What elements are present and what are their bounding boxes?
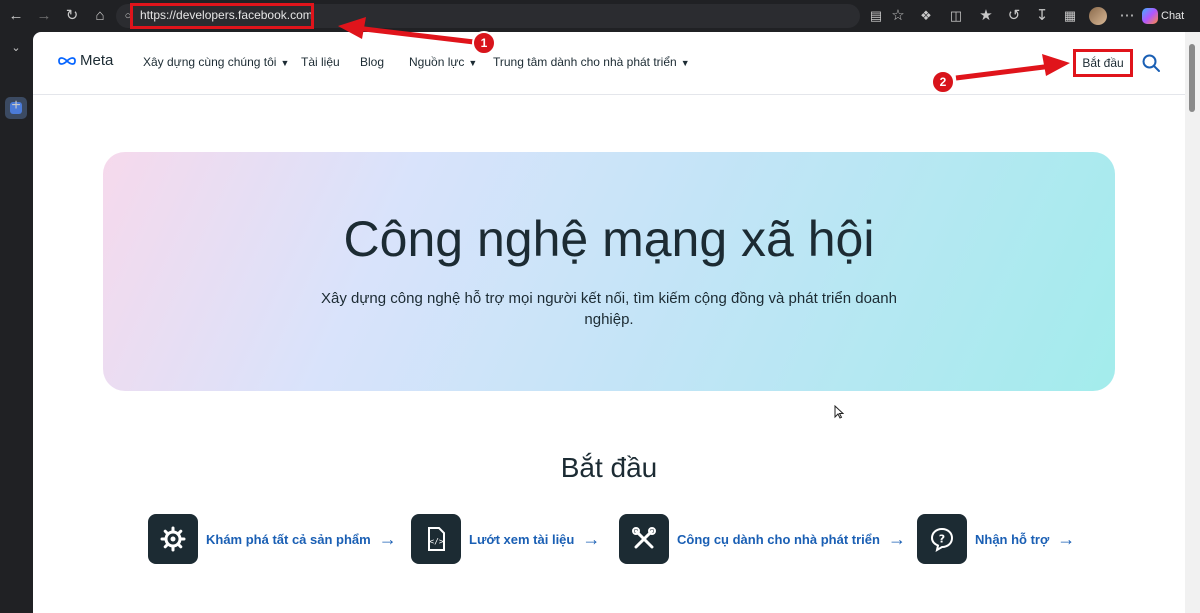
search-icon[interactable] (1141, 53, 1161, 73)
reload-icon[interactable]: ↻ (62, 6, 82, 26)
svg-text:?: ? (939, 533, 945, 546)
vertical-tabs-sidebar: ⌄ + (0, 32, 33, 613)
browser-toolbar: ← → ↻ ⌂ ○ https://developers.facebook.co… (0, 0, 1200, 32)
get-started-heading: Bắt đầu (560, 452, 658, 483)
chevron-down-icon[interactable]: ⌄ (6, 38, 26, 58)
meta-infinity-icon (58, 56, 76, 65)
meta-logo-text: Meta (80, 52, 114, 69)
hero-subtitle: Xây dựng công nghệ hỗ trợ mọi người kết … (321, 290, 897, 328)
home-icon[interactable]: ⌂ (90, 6, 110, 26)
scrollbar-thumb[interactable] (1189, 44, 1195, 112)
nav-item-label: Tài liệu (301, 55, 340, 69)
card-developer-tools[interactable]: Công cụ dành cho nhà phát triển → (619, 514, 906, 564)
card-label: Công cụ dành cho nhà phát triển (677, 531, 880, 547)
copilot-icon (1142, 8, 1158, 25)
nav-item-resources[interactable]: Nguồn lực ▼ (409, 55, 477, 69)
arrow-right-icon: → (887, 528, 906, 549)
web-page: Meta Xây dựng cùng chúng tôi ▼ Tài liệu B… (33, 32, 1185, 613)
history-icon[interactable]: ↺ (1004, 6, 1024, 26)
collections-icon[interactable]: ▦ (1060, 6, 1080, 26)
profile-avatar[interactable] (1089, 7, 1107, 25)
download-icon[interactable]: ↧ (1032, 6, 1052, 26)
nav-item-build-with-us[interactable]: Xây dựng cùng chúng tôi ▼ (143, 55, 289, 69)
card-label: Khám phá tất cả sản phẩm (206, 531, 371, 547)
favorite-star-icon[interactable]: ☆ (888, 6, 908, 26)
get-started-button[interactable]: Bắt đầu (1073, 49, 1133, 77)
top-navigation: Meta Xây dựng cùng chúng tôi ▼ Tài liệu B… (33, 32, 1185, 95)
nav-item-docs[interactable]: Tài liệu (301, 55, 340, 69)
card-browse-docs[interactable]: </> Lướt xem tài liệu → (411, 514, 600, 564)
annotation-badge-2: 2 (931, 70, 955, 94)
forward-icon[interactable]: → (34, 6, 54, 26)
mouse-cursor-icon (834, 405, 844, 419)
page-scrollbar[interactable] (1185, 32, 1200, 613)
url-annotation-box (130, 3, 314, 29)
chevron-down-icon: ▼ (680, 58, 690, 68)
arrow-right-icon: → (1057, 528, 1076, 549)
meta-logo[interactable]: Meta (57, 52, 113, 69)
card-get-support[interactable]: ? Nhận hỗ trợ → (917, 514, 1075, 564)
chevron-down-icon: ▼ (468, 58, 478, 68)
hero-title: Công nghệ mạng xã hội (343, 211, 875, 267)
extensions-icon[interactable]: ❖ (916, 6, 936, 26)
card-label: Nhận hỗ trợ (975, 531, 1050, 547)
more-menu-icon[interactable]: ⋯ (1117, 6, 1137, 26)
code-file-icon: </> (411, 514, 461, 564)
back-icon[interactable]: ← (6, 6, 26, 26)
gear-icon (148, 514, 198, 564)
new-tab-plus-icon[interactable]: + (6, 96, 26, 116)
arrow-right-icon: → (582, 528, 601, 549)
split-screen-icon[interactable]: ◫ (946, 6, 966, 26)
reader-view-icon[interactable]: ▤ (866, 6, 886, 26)
nav-item-label: Xây dựng cùng chúng tôi (143, 55, 277, 69)
card-label: Lướt xem tài liệu (469, 531, 575, 547)
tools-icon (619, 514, 669, 564)
nav-item-blog[interactable]: Blog (360, 55, 384, 69)
help-icon: ? (917, 514, 967, 564)
nav-item-label: Nguồn lực (409, 55, 465, 69)
nav-item-label: Blog (360, 55, 385, 69)
annotation-badge-1: 1 (472, 31, 496, 55)
chat-label: Chat (1161, 10, 1185, 22)
arrow-right-icon: → (378, 528, 397, 549)
favorites-icon[interactable]: ★ (976, 6, 996, 26)
chevron-down-icon: ▼ (280, 58, 290, 68)
copilot-chat-button[interactable]: Chat (1142, 6, 1192, 26)
nav-item-label: Trung tâm dành cho nhà phát triển (493, 55, 677, 69)
hero-banner: Công nghệ mạng xã hội Xây dựng công nghệ… (103, 152, 1115, 391)
card-explore-products[interactable]: Khám phá tất cả sản phẩm → (148, 514, 397, 564)
svg-text:</>: </> (429, 537, 444, 546)
nav-item-developer-center[interactable]: Trung tâm dành cho nhà phát triển ▼ (493, 55, 690, 69)
